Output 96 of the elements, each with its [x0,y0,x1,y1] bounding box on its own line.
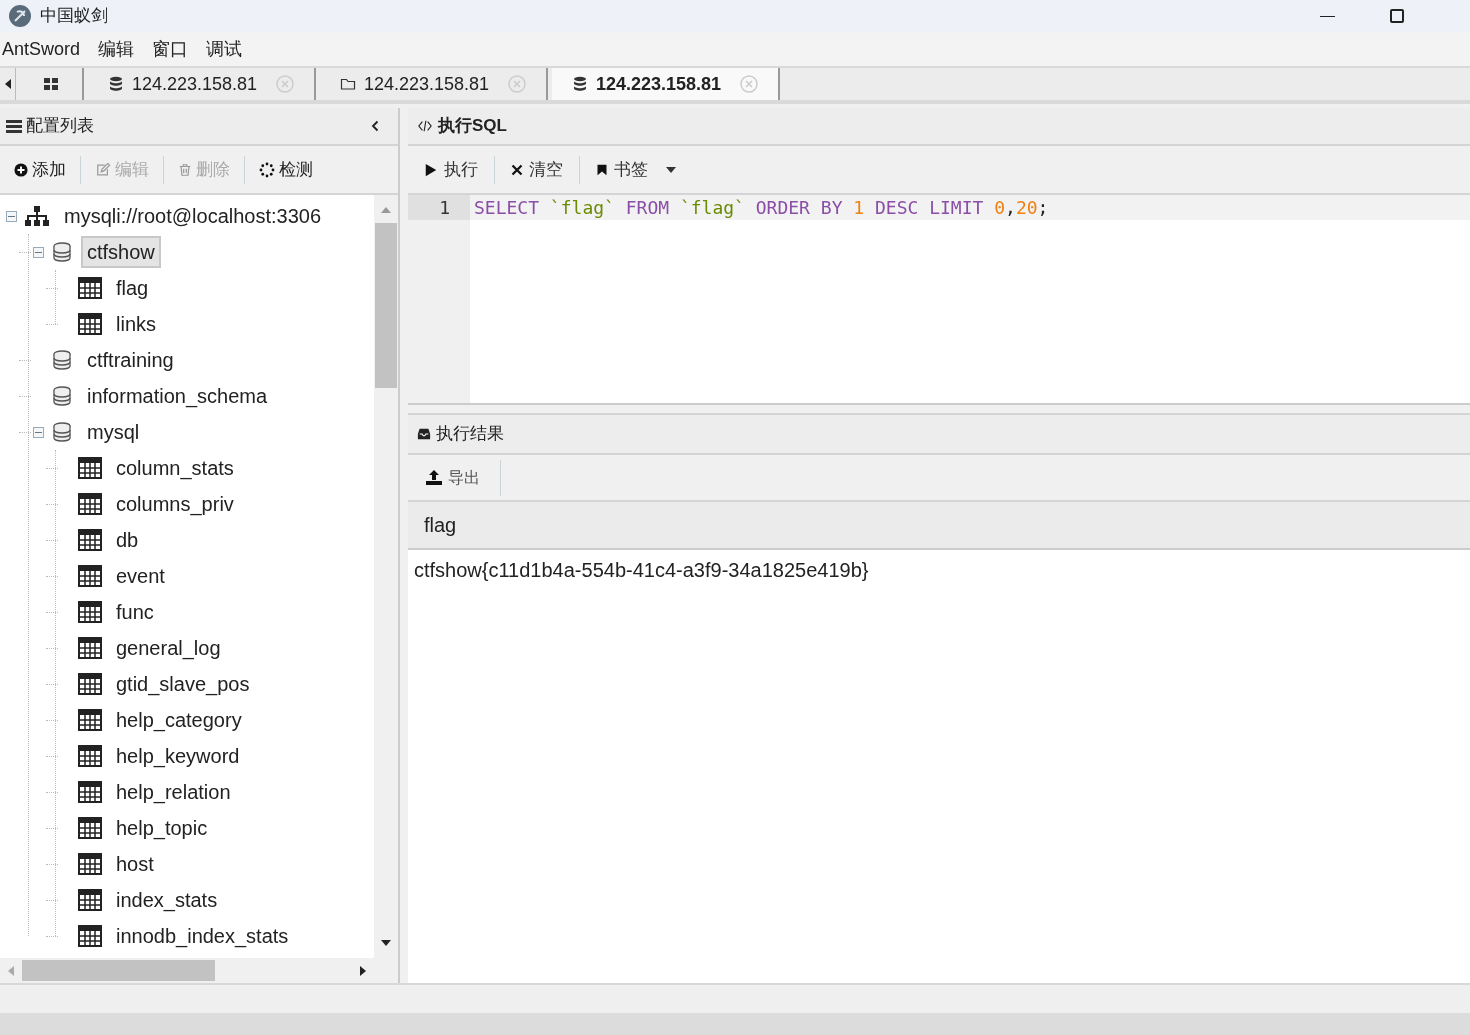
panel-title: 配置列表 [26,115,94,138]
database-icon [51,241,73,263]
tree-item[interactable]: ctfshow [81,236,161,268]
tree-item[interactable]: func [110,596,160,628]
caret-left-icon [4,79,11,89]
tab-label: 124.223.158.81 [596,72,722,96]
table-icon [78,781,102,803]
inbox-icon [416,427,432,441]
table-icon [78,565,102,587]
tree-item[interactable]: flag [110,272,155,304]
close-icon [276,75,294,93]
trash-icon [178,162,192,177]
tab[interactable]: 124.223.158.81 [552,68,780,100]
table-icon [78,745,102,767]
table-icon [78,493,102,515]
sql-editor[interactable]: 1 SELECT `flag` FROM `flag` ORDER BY 1 DESC LIMIT 0,20; [408,195,1470,405]
tree-item[interactable]: help_topic [110,812,214,844]
toolbar-button[interactable]: 清空 [503,151,571,188]
toolbar-button[interactable]: 检测 [253,151,319,188]
panel-title: 执行结果 [436,423,504,446]
table-icon [78,673,102,695]
tree-item[interactable]: help_keyword [110,740,246,772]
menu-item[interactable]: 调试 [197,35,252,63]
edit-icon [95,162,111,177]
table-icon [78,853,102,875]
scrollbar-thumb[interactable] [375,223,397,388]
tab-label: 124.223.158.81 [364,72,490,96]
tree-item[interactable]: links [110,308,162,340]
close-icon [511,163,523,176]
tree-item[interactable]: column_stats [110,452,240,484]
scroll-right-icon [360,965,366,976]
window-title: 中国蚁剑 [40,5,108,28]
caret-down-icon [666,166,676,173]
table-icon [78,457,102,479]
tab-label: 124.223.158.81 [132,72,258,96]
line-number: 1 [408,195,470,220]
upload-icon [424,469,442,486]
table-cell-text: ctfshow{c11d1b4a-554b-41c4-a3f9-34a1825e419b} [413,558,870,583]
database-icon [572,76,588,92]
scrollbar-thumb[interactable] [22,960,215,981]
export-button[interactable]: 导出 [416,459,501,496]
tree-item[interactable]: mysql [81,416,146,448]
table-icon [78,889,102,911]
database-icon [51,349,73,371]
network-icon [24,205,50,227]
collapse-toggle[interactable] [32,426,44,438]
tree-item[interactable]: help_category [110,704,248,736]
tree-item[interactable]: index_stats [110,884,224,916]
table-icon [78,601,102,623]
close-icon [740,75,758,93]
tree-item[interactable]: help_relation [110,776,237,808]
tree-item[interactable]: general_log [110,632,227,664]
column-header[interactable]: flag [408,502,1470,548]
list-icon [4,118,22,134]
table-icon [78,817,102,839]
scroll-down-icon [381,940,391,946]
sql-code-line: SELECT `flag` FROM `flag` ORDER BY 1 DESC LIMIT 0,20; [473,196,1050,220]
tree-item[interactable]: gtid_slave_pos [110,668,256,700]
table-icon [78,925,102,947]
toolbar-button[interactable]: 书签 [588,151,684,188]
database-icon [51,421,73,443]
menu-item[interactable]: AntSword [0,35,90,63]
tree-item[interactable]: db [110,524,145,556]
tree-item[interactable]: columns_priv [110,488,240,520]
code-icon [416,119,434,133]
spinner-icon [259,161,275,178]
scroll-left-icon [8,965,14,976]
toolbar-button[interactable]: 添加 [8,151,72,188]
menu-item[interactable]: 窗口 [143,35,198,63]
close-icon [508,75,526,93]
tree-item[interactable]: information_schema [81,380,274,412]
app-logo-icon [8,4,32,28]
tree-item[interactable]: host [110,848,160,880]
tree-item[interactable]: event [110,560,171,592]
menu-item[interactable]: 编辑 [89,35,144,63]
grid-icon [43,76,59,92]
database-icon [108,76,124,92]
tree-item[interactable]: ctftraining [81,344,180,376]
table-icon [78,709,102,731]
collapse-toggle[interactable] [32,246,44,258]
panel-title: 执行SQL [438,115,507,138]
vertical-scrollbar[interactable] [374,195,398,958]
bookmark-icon [596,162,608,177]
database-icon [51,385,73,407]
table-icon [78,313,102,335]
table-icon [78,637,102,659]
play-icon [424,162,438,177]
plus-circle-icon [14,162,28,177]
collapse-toggle[interactable] [5,210,17,222]
table-icon [78,277,102,299]
table-icon [78,529,102,551]
toolbar-button[interactable]: 执行 [416,151,486,188]
folder-icon [340,76,356,92]
tree-item[interactable]: innodb_index_stats [110,920,295,952]
scroll-up-icon [381,207,391,213]
tree-item[interactable]: mysqli://root@localhost:3306 [58,200,328,232]
